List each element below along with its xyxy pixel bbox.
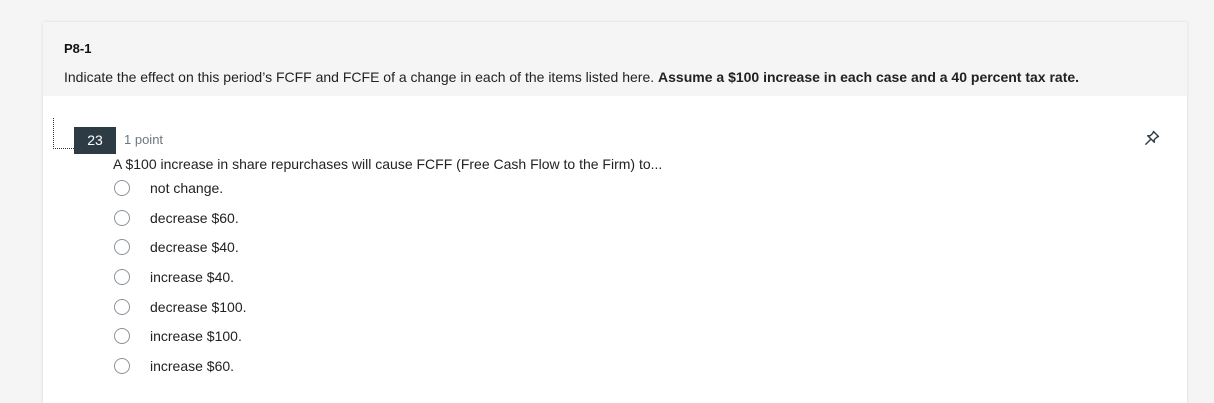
answer-list: not change. decrease $60. decrease $40. …	[113, 179, 713, 387]
radio-button[interactable]	[114, 328, 130, 345]
question-points: 1 point	[124, 132, 164, 147]
radio-button[interactable]	[114, 180, 130, 196]
answer-label[interactable]: decrease $40.	[150, 239, 239, 255]
answer-option[interactable]: decrease $60.	[113, 209, 713, 239]
answer-option[interactable]: decrease $40.	[113, 238, 713, 268]
flag-question-marker[interactable]	[53, 118, 74, 149]
answer-label[interactable]: increase $60.	[150, 358, 234, 374]
question-number-badge: 23	[74, 127, 116, 154]
radio-button[interactable]	[114, 269, 130, 286]
answer-label[interactable]: decrease $60.	[150, 210, 239, 226]
answer-label[interactable]: increase $40.	[150, 269, 234, 285]
answer-option[interactable]: decrease $100.	[113, 298, 713, 328]
answer-label[interactable]: increase $100.	[150, 328, 242, 344]
answer-label[interactable]: decrease $100.	[150, 299, 247, 315]
question-text: A $100 increase in share repurchases wil…	[113, 156, 663, 172]
pin-icon[interactable]	[1143, 129, 1161, 147]
radio-button[interactable]	[114, 298, 130, 315]
answer-option[interactable]: not change.	[113, 179, 713, 209]
answer-option[interactable]: increase $40.	[113, 268, 713, 298]
question-group-title: P8-1	[64, 41, 92, 56]
question-card: P8-1 Indicate the effect on this period’…	[43, 22, 1187, 403]
answer-option[interactable]: increase $100.	[113, 327, 713, 357]
description-text: Indicate the effect on this period’s FCF…	[64, 69, 655, 85]
answer-label[interactable]: not change.	[150, 180, 223, 196]
radio-button[interactable]	[114, 239, 130, 256]
question-group-description: Indicate the effect on this period’s FCF…	[64, 69, 1079, 85]
radio-button[interactable]	[114, 209, 130, 226]
question-group-header: P8-1 Indicate the effect on this period’…	[43, 22, 1187, 96]
answer-option[interactable]: increase $60.	[113, 357, 713, 387]
description-bold-text: Assume a $100 increase in each case and …	[658, 69, 1080, 85]
radio-button[interactable]	[114, 358, 130, 375]
